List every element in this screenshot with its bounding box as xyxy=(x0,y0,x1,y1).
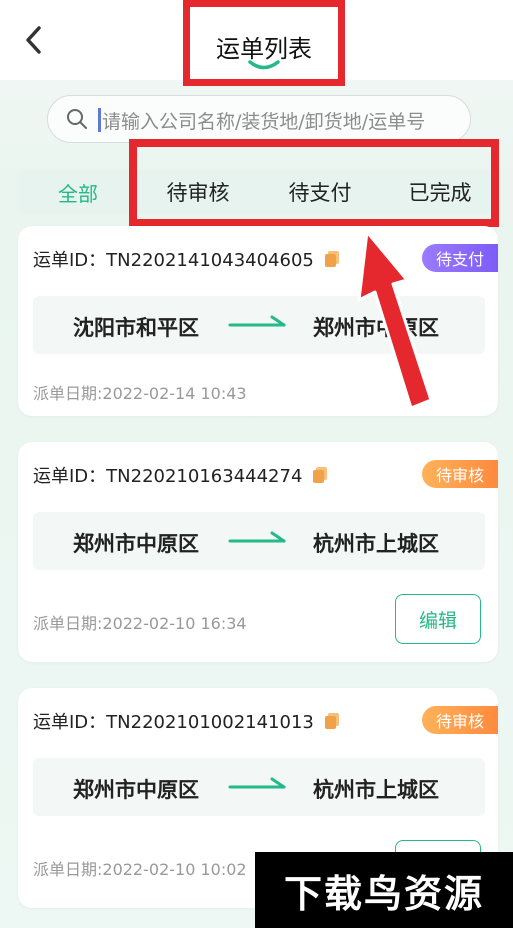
search-field[interactable]: 请输入公司名称/装货地/卸货地/运单号 xyxy=(47,95,471,143)
search-input[interactable]: 请输入公司名称/装货地/卸货地/运单号 xyxy=(102,107,425,134)
title-underline-icon xyxy=(248,60,280,70)
order-id: 运单ID：TN2202101002141013 xyxy=(33,712,314,733)
search-icon xyxy=(67,109,87,129)
chevron-left-icon xyxy=(26,26,41,54)
annotation-arrow-icon xyxy=(357,232,433,410)
copy-icon[interactable] xyxy=(312,466,328,484)
route-box: 郑州市中原区 杭州市上城区 xyxy=(33,758,485,816)
route-box: 郑州市中原区 杭州市上城区 xyxy=(33,512,485,570)
origin-city: 郑州市中原区 xyxy=(73,532,199,556)
dispatch-date: 派单日期:2022-02-10 16:34 xyxy=(33,614,247,633)
origin-city: 郑州市中原区 xyxy=(73,778,199,802)
order-id-row: 运单ID：TN2202141043404605 xyxy=(33,246,340,272)
arrow-right-icon xyxy=(228,531,286,543)
copy-icon[interactable] xyxy=(324,250,340,268)
order-id-row: 运单ID：TN220210163444274 xyxy=(33,462,328,488)
dispatch-date: 派单日期:2022-02-10 10:02 xyxy=(33,860,247,879)
dispatch-date: 派单日期:2022-02-14 10:43 xyxy=(33,384,247,403)
text-cursor xyxy=(98,108,101,132)
status-badge: 待审核 xyxy=(421,460,498,488)
origin-city: 沈阳市和平区 xyxy=(73,316,199,340)
arrow-right-icon xyxy=(228,315,286,327)
tab-all[interactable]: 全部 xyxy=(18,170,138,214)
back-button[interactable] xyxy=(18,22,48,58)
order-id: 运单ID：TN2202141043404605 xyxy=(33,250,314,271)
arrow-right-icon xyxy=(228,777,286,789)
watermark-logo: 下载鸟资源 xyxy=(255,852,513,928)
status-badge: 待审核 xyxy=(421,706,498,734)
order-id: 运单ID：TN220210163444274 xyxy=(33,466,303,487)
edit-button[interactable]: 编辑 xyxy=(395,594,481,644)
copy-icon[interactable] xyxy=(324,712,340,730)
destination-city: 杭州市上城区 xyxy=(313,778,439,802)
destination-city: 杭州市上城区 xyxy=(313,532,439,556)
order-card[interactable]: 运单ID：TN220210163444274 待审核 郑州市中原区 杭州市上城区… xyxy=(18,442,498,662)
title-highlight-box: 运单列表 xyxy=(183,0,345,86)
order-id-row: 运单ID：TN2202101002141013 xyxy=(33,708,340,734)
tabs-highlight-box xyxy=(129,139,499,227)
